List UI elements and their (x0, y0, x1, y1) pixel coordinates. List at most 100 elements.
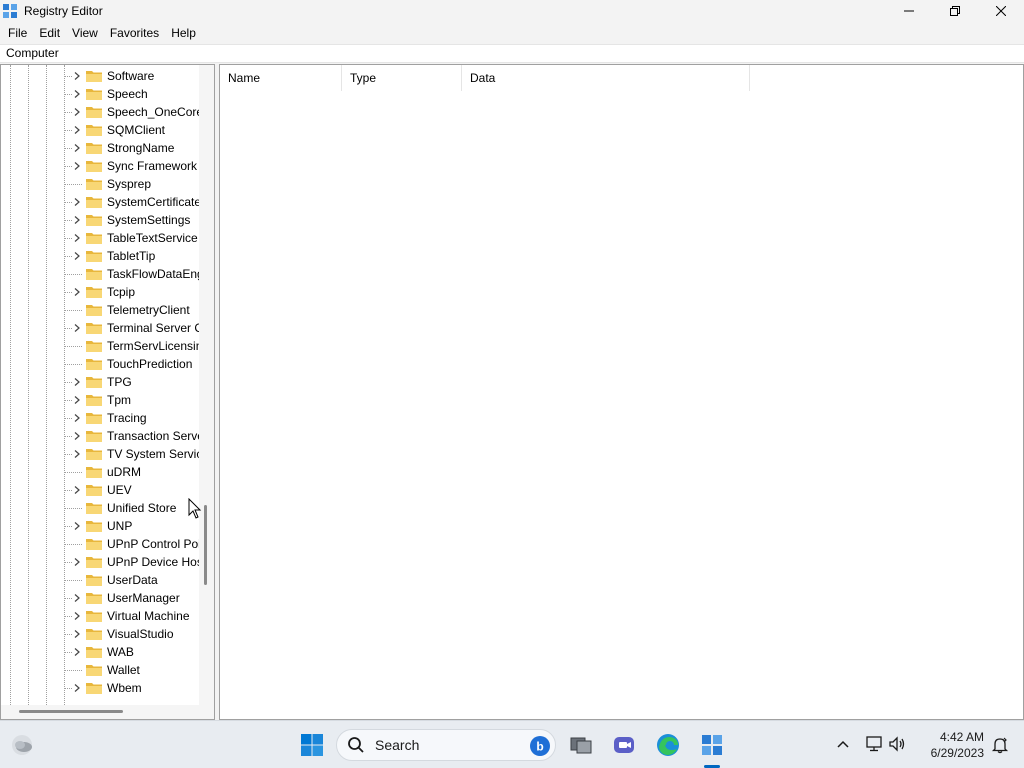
tree-node[interactable]: Wallet (1, 661, 199, 679)
tree-node[interactable]: TabletTip (1, 247, 199, 265)
expand-chevron-icon[interactable] (72, 197, 82, 207)
tree-node[interactable]: UserData (1, 571, 199, 589)
weather-widget[interactable] (6, 729, 38, 761)
values-pane[interactable]: Name Type Data (219, 64, 1024, 720)
tree-node[interactable]: TableTextService (1, 229, 199, 247)
expand-chevron-icon[interactable] (72, 647, 82, 657)
tree-node-label: Speech_OneCore (107, 105, 199, 119)
tree-node[interactable]: Speech (1, 85, 199, 103)
expand-chevron-icon[interactable] (72, 323, 82, 333)
tree-node[interactable]: TPG (1, 373, 199, 391)
tree-node[interactable]: UNP (1, 517, 199, 535)
expand-chevron-icon[interactable] (72, 611, 82, 621)
column-header-name[interactable]: Name (220, 65, 342, 91)
tree-node[interactable]: SystemCertificate (1, 193, 199, 211)
tree-vertical-scrollbar[interactable] (199, 65, 214, 705)
expand-chevron-icon[interactable] (72, 251, 82, 261)
expand-chevron-icon[interactable] (72, 683, 82, 693)
volume-icon (889, 735, 905, 752)
task-view-button[interactable] (565, 729, 597, 761)
expand-chevron-icon[interactable] (72, 485, 82, 495)
tree-node[interactable]: TermServLicensin (1, 337, 199, 355)
expand-chevron-icon[interactable] (72, 413, 82, 423)
tree-node[interactable]: StrongName (1, 139, 199, 157)
tree-node[interactable]: Unified Store (1, 499, 199, 517)
tree-node-label: Software (107, 69, 155, 83)
start-button[interactable] (296, 729, 328, 761)
tree-node[interactable]: TelemetryClient (1, 301, 199, 319)
tree-node[interactable]: Sync Framework (1, 157, 199, 175)
column-header-type[interactable]: Type (342, 65, 462, 91)
tree-node[interactable]: SystemSettings (1, 211, 199, 229)
minimize-button[interactable] (886, 0, 932, 22)
chat-button[interactable] (608, 729, 640, 761)
column-header-data[interactable]: Data (462, 65, 750, 91)
taskbar-search-box[interactable]: Search b (336, 729, 556, 761)
menu-edit[interactable]: Edit (33, 22, 66, 44)
tree-node[interactable]: Transaction Serve (1, 427, 199, 445)
expand-chevron-icon[interactable] (72, 395, 82, 405)
expand-chevron-icon[interactable] (72, 89, 82, 99)
expand-chevron-icon[interactable] (72, 161, 82, 171)
menu-favorites[interactable]: Favorites (104, 22, 165, 44)
tree-branch-line (64, 364, 82, 365)
tree-node[interactable]: UserManager (1, 589, 199, 607)
edge-button[interactable] (652, 729, 684, 761)
tree-vertical-scroll-thumb[interactable] (204, 505, 207, 585)
tree-node[interactable]: Tcpip (1, 283, 199, 301)
tree-node[interactable]: Sysprep (1, 175, 199, 193)
tree-horizontal-scroll-thumb[interactable] (19, 710, 123, 713)
expand-chevron-icon[interactable] (72, 233, 82, 243)
menu-file[interactable]: File (2, 22, 33, 44)
menu-help[interactable]: Help (165, 22, 202, 44)
tree-node[interactable]: UPnP Control Poi (1, 535, 199, 553)
expand-chevron-icon[interactable] (72, 593, 82, 603)
expand-chevron-icon[interactable] (72, 629, 82, 639)
tree-node-label: WAB (107, 645, 134, 659)
expand-chevron-icon[interactable] (72, 71, 82, 81)
tree-node-label: Wbem (107, 681, 142, 695)
tree-node[interactable]: Terminal Server C (1, 319, 199, 337)
key-tree-pane[interactable]: Software Speech Speech_OneCore SQMClient Str… (0, 64, 215, 720)
expand-chevron-icon[interactable] (72, 431, 82, 441)
expand-chevron-icon[interactable] (72, 449, 82, 459)
menu-view[interactable]: View (66, 22, 104, 44)
address-bar[interactable]: Computer (0, 44, 1024, 63)
tree-node[interactable]: UEV (1, 481, 199, 499)
tree-node[interactable]: SQMClient (1, 121, 199, 139)
tree-node[interactable]: Tracing (1, 409, 199, 427)
tree-node[interactable]: TouchPrediction (1, 355, 199, 373)
tree-node[interactable]: TaskFlowDataEng (1, 265, 199, 283)
tree-node-label: UserData (107, 573, 158, 587)
tree-node[interactable]: UPnP Device Hos (1, 553, 199, 571)
expand-chevron-icon[interactable] (72, 521, 82, 531)
tree-node[interactable]: Speech_OneCore (1, 103, 199, 121)
expand-chevron-icon[interactable] (72, 287, 82, 297)
close-button[interactable] (978, 0, 1024, 22)
tree-node[interactable]: WAB (1, 643, 199, 661)
tree-node[interactable]: Virtual Machine (1, 607, 199, 625)
notification-button[interactable] (984, 729, 1016, 761)
tree-node[interactable]: TV System Service (1, 445, 199, 463)
expand-chevron-icon[interactable] (72, 557, 82, 567)
tree-node[interactable]: Tpm (1, 391, 199, 409)
tree-node[interactable]: Wbem (1, 679, 199, 697)
expand-chevron-icon[interactable] (72, 125, 82, 135)
network-button[interactable] (866, 735, 888, 755)
close-icon (996, 6, 1006, 16)
folder-icon (86, 161, 102, 172)
tree-node[interactable]: VisualStudio (1, 625, 199, 643)
tree-horizontal-scrollbar[interactable] (1, 705, 199, 719)
show-hidden-icons-button[interactable] (836, 738, 854, 752)
tree-node-label: TV System Service (107, 447, 199, 461)
restore-button[interactable] (932, 0, 978, 22)
expand-chevron-icon[interactable] (72, 215, 82, 225)
tree-node[interactable]: uDRM (1, 463, 199, 481)
taskbar-clock[interactable]: 4:42 AM 6/29/2023 (918, 729, 984, 761)
expand-chevron-icon[interactable] (72, 377, 82, 387)
expand-chevron-icon[interactable] (72, 107, 82, 117)
regedit-taskbar-button[interactable] (696, 729, 728, 761)
volume-button[interactable] (888, 735, 908, 755)
tree-node[interactable]: Software (1, 67, 199, 85)
expand-chevron-icon[interactable] (72, 143, 82, 153)
